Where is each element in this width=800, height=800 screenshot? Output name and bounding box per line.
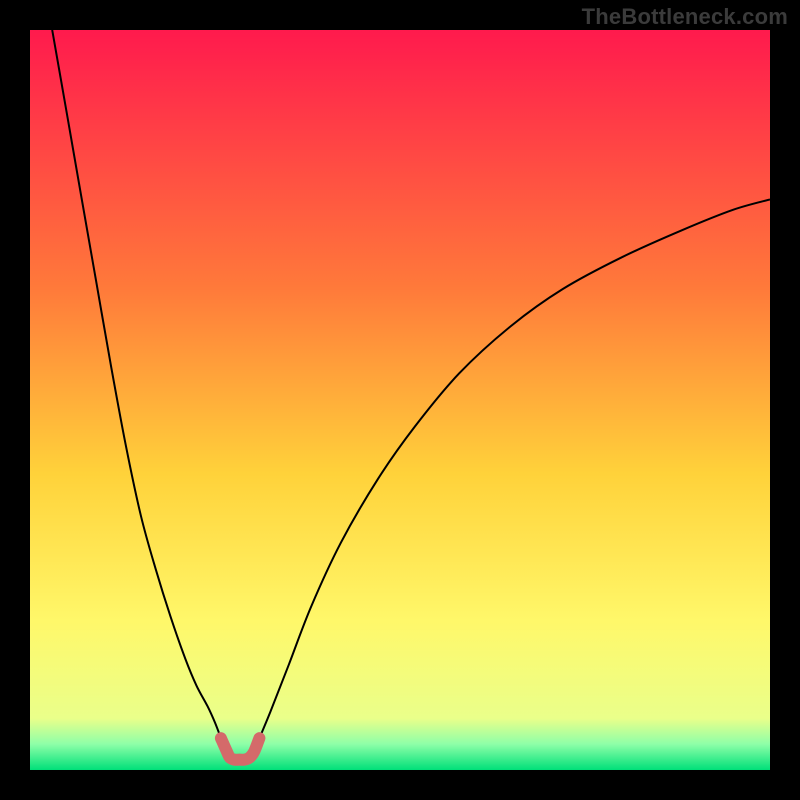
- watermark-text: TheBottleneck.com: [582, 4, 788, 30]
- bottleneck-chart: [0, 0, 800, 800]
- gradient-background: [30, 30, 770, 770]
- chart-frame: TheBottleneck.com: [0, 0, 800, 800]
